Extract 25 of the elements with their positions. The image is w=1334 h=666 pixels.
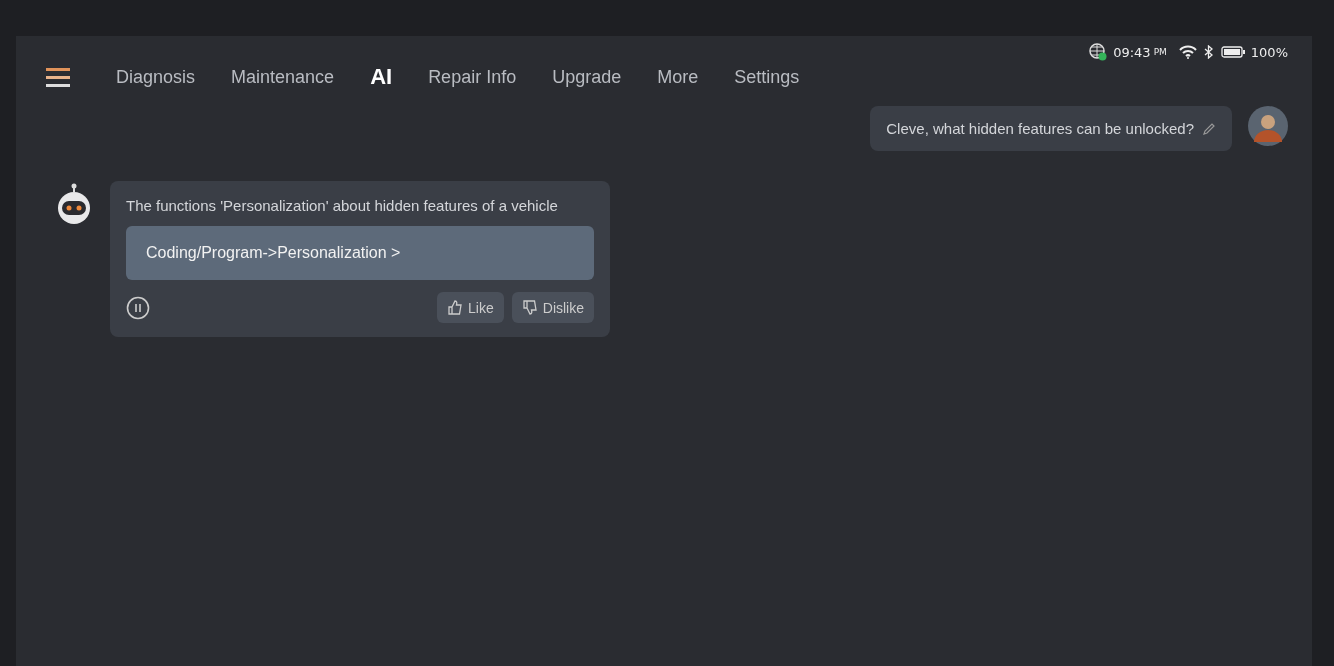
clock-time: 09:43 xyxy=(1113,44,1151,60)
thumbs-up-icon xyxy=(447,299,464,316)
nav-tab[interactable]: Settings xyxy=(716,62,818,92)
nav-tab[interactable]: More xyxy=(639,62,717,92)
pencil-icon xyxy=(1202,121,1216,136)
nav-tab[interactable]: AI xyxy=(352,60,411,94)
user-avatar-icon xyxy=(1248,106,1288,146)
battery-percent: 100% xyxy=(1250,44,1288,60)
nav-tab[interactable]: Maintenance xyxy=(213,62,353,92)
wifi-icon xyxy=(1178,45,1197,59)
battery-icon xyxy=(1220,46,1245,58)
nav-tab[interactable]: Diagnosis xyxy=(98,62,214,92)
dislike-button[interactable]: Dislike xyxy=(511,292,594,323)
menu-button[interactable] xyxy=(46,67,70,87)
time-meridiem: PM xyxy=(1153,47,1167,57)
nav-tab[interactable]: Upgrade xyxy=(534,62,640,92)
pause-icon xyxy=(126,295,150,320)
bluetooth-icon xyxy=(1202,45,1215,59)
globe-icon xyxy=(1089,43,1108,61)
like-button[interactable]: Like xyxy=(437,292,504,323)
menu-path-link[interactable]: Coding/Program->Personalization > xyxy=(126,226,594,280)
nav-tab[interactable]: Repair Info xyxy=(410,62,535,92)
message-text: Cleve, what hidden features can be unlocked? xyxy=(886,120,1194,137)
message-text: The functions 'Personalization' about hidden features of a vehicle xyxy=(126,197,559,214)
thumbs-down-icon xyxy=(521,299,538,316)
